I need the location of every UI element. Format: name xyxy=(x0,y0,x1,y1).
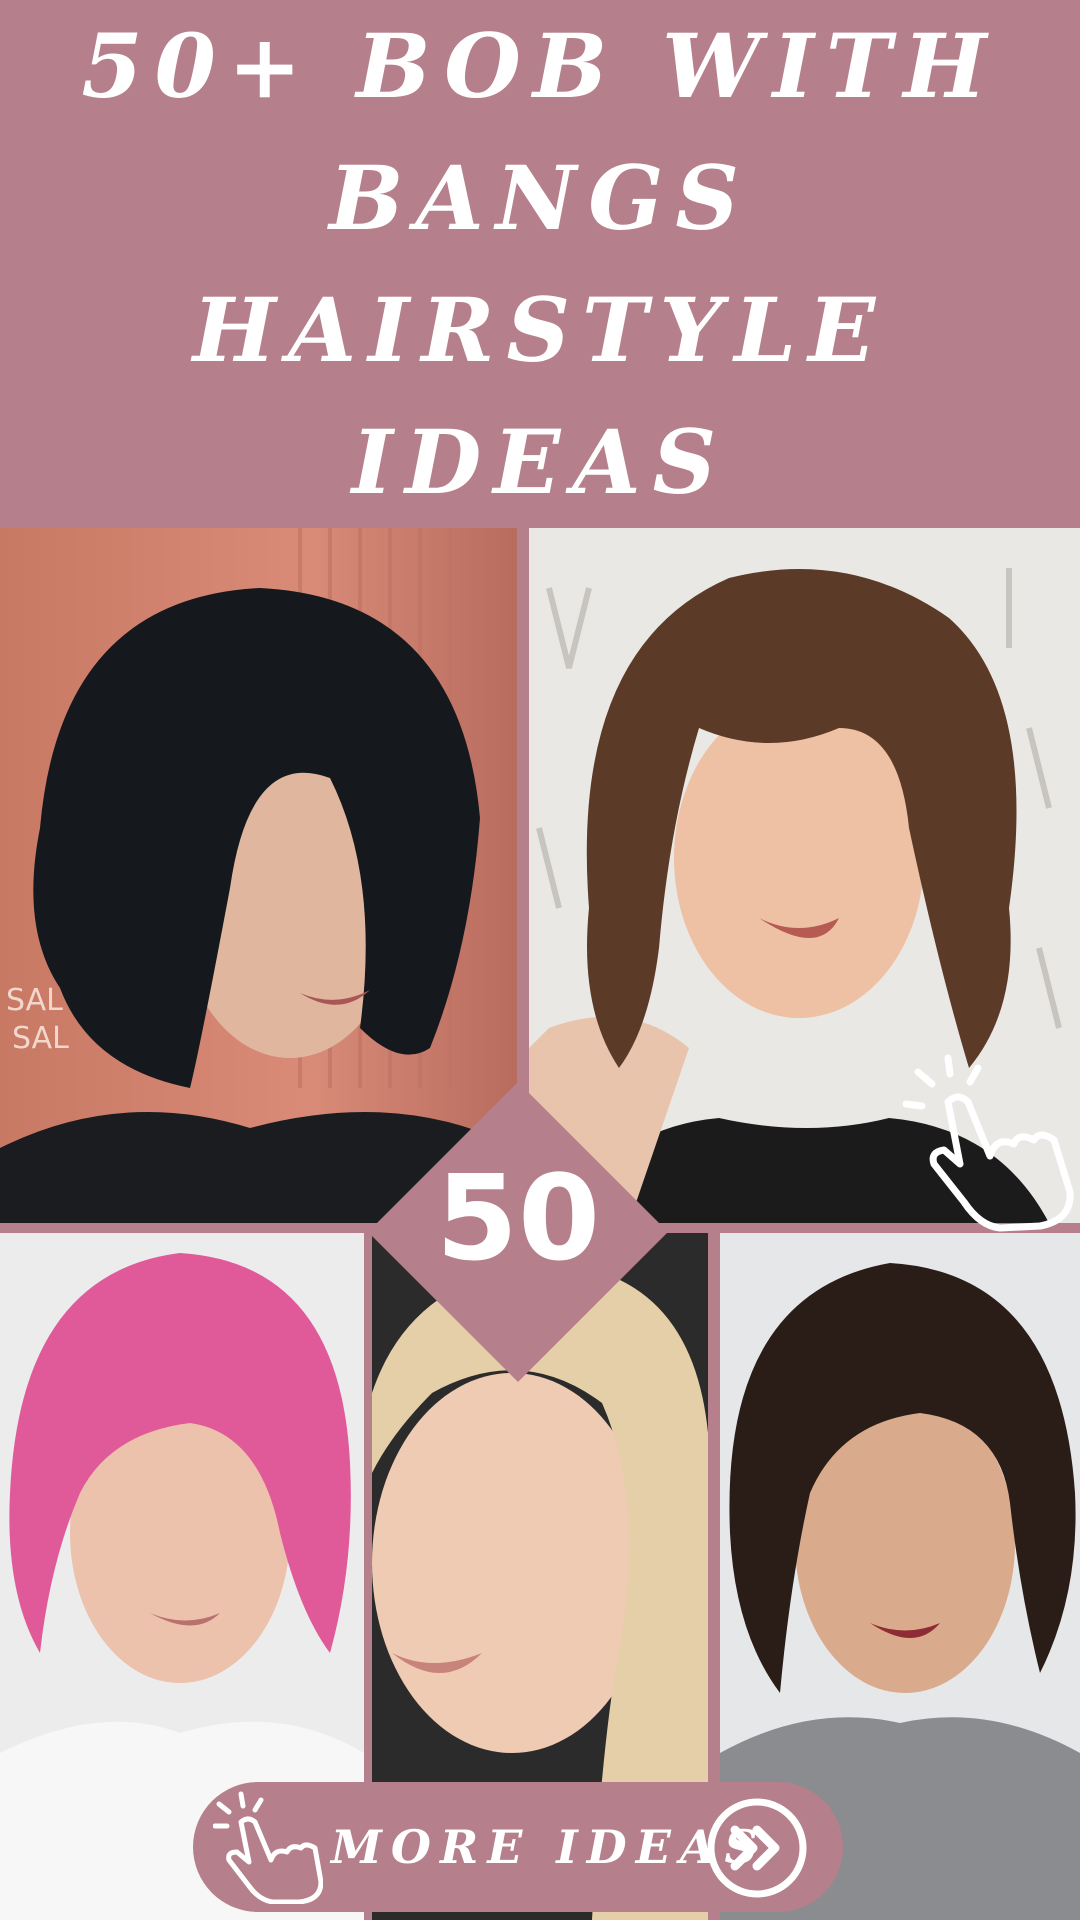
header-banner: 50+ BOB WITH BANGS HAIRSTYLE IDEAS xyxy=(0,0,1080,528)
pin-page: 50+ BOB WITH BANGS HAIRSTYLE IDEAS SAL S… xyxy=(0,0,1080,1920)
hand-pointer-icon xyxy=(213,1791,323,1904)
tap-hand-icon xyxy=(902,1054,1074,1232)
watermark-line-2: SAL xyxy=(12,1021,69,1056)
badge-number: 50 xyxy=(435,1149,601,1287)
more-ideas-label: MORE IDEAS xyxy=(331,1820,767,1874)
page-title: 50+ BOB WITH BANGS HAIRSTYLE IDEAS xyxy=(81,14,999,514)
double-chevron-right-icon[interactable] xyxy=(705,1796,809,1900)
watermark-line-1: SAL xyxy=(6,983,63,1018)
more-ideas-button[interactable]: MORE IDEAS xyxy=(193,1782,843,1912)
